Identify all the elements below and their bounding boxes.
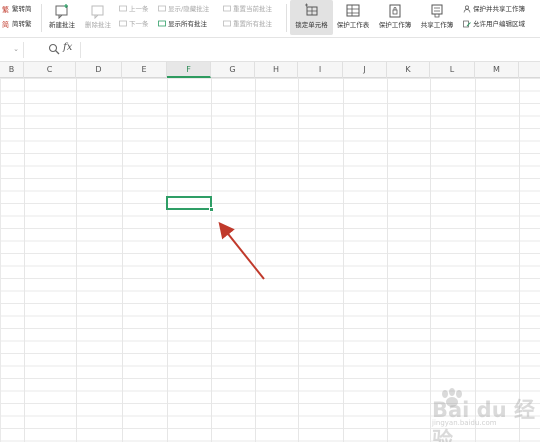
column-gridline bbox=[343, 78, 344, 442]
show-all-comments-icon bbox=[158, 20, 166, 27]
column-gridline bbox=[211, 78, 212, 442]
share-workbook-button[interactable]: 共享工作簿 bbox=[418, 3, 456, 29]
new-comment-button[interactable]: 新建批注 bbox=[47, 3, 77, 29]
previous-comment-icon bbox=[119, 5, 127, 12]
column-gridline bbox=[76, 78, 77, 442]
protect-and-share-workbook-button[interactable]: 保护并共享工作簿 bbox=[463, 5, 525, 13]
convert-icon: 繁 bbox=[2, 5, 9, 13]
svg-text:简: 简 bbox=[2, 20, 9, 28]
share-workbook-icon bbox=[431, 4, 443, 18]
column-header-g[interactable]: G bbox=[211, 62, 255, 78]
reset-comment-icon bbox=[223, 5, 231, 12]
column-gridline bbox=[298, 78, 299, 442]
reset-current-comment-button[interactable]: 重置当前批注 bbox=[223, 5, 272, 13]
previous-comment-label: 上一条 bbox=[129, 5, 149, 13]
fx-button[interactable]: fx bbox=[63, 42, 72, 53]
protect-sheet-label: 保护工作表 bbox=[336, 21, 370, 29]
show-hide-comment-icon bbox=[158, 5, 166, 12]
lock-cell-icon bbox=[304, 3, 317, 16]
show-all-comments-label: 显示所有批注 bbox=[168, 20, 207, 28]
column-header-l[interactable]: L bbox=[430, 62, 475, 78]
delete-comment-button[interactable]: 删除批注 bbox=[83, 3, 113, 29]
selected-cell[interactable] bbox=[166, 196, 212, 210]
protect-sheet-button[interactable]: 保护工作表 bbox=[334, 3, 372, 29]
protect-sheet-icon bbox=[346, 4, 360, 17]
traditional-to-simplified-label: 繁转简 bbox=[12, 5, 32, 13]
fill-handle[interactable] bbox=[209, 207, 214, 212]
column-header-row: B C D E F G H I J K L M bbox=[0, 62, 540, 78]
share-workbook-label: 共享工作簿 bbox=[420, 21, 454, 29]
delete-comment-label: 删除批注 bbox=[85, 21, 111, 29]
protect-workbook-label: 保护工作簿 bbox=[378, 21, 412, 29]
column-header-h[interactable]: H bbox=[255, 62, 298, 78]
lock-cell-label: 锁定单元格 bbox=[295, 21, 328, 29]
column-gridline bbox=[255, 78, 256, 442]
traditional-to-simplified-button[interactable]: 繁 繁转简 bbox=[2, 5, 32, 13]
column-header-b[interactable]: B bbox=[0, 62, 24, 78]
name-box[interactable]: ⌄ bbox=[0, 42, 24, 58]
watermark-brand: Bai du 经验 bbox=[432, 398, 535, 442]
previous-comment-button[interactable]: 上一条 bbox=[119, 5, 149, 13]
column-gridline bbox=[24, 78, 25, 442]
next-comment-button[interactable]: 下一条 bbox=[119, 20, 149, 28]
allow-edit-ranges-label: 允许用户编辑区域 bbox=[473, 20, 525, 28]
show-all-comments-button[interactable]: 显示所有批注 bbox=[158, 20, 207, 28]
protect-and-share-workbook-label: 保护并共享工作簿 bbox=[473, 5, 525, 13]
new-comment-icon bbox=[55, 4, 68, 19]
column-header-k[interactable]: K bbox=[387, 62, 430, 78]
allow-edit-ranges-button[interactable]: 允许用户编辑区域 bbox=[463, 20, 525, 28]
show-hide-comment-label: 显示/隐藏批注 bbox=[168, 5, 210, 13]
delete-comment-icon bbox=[91, 5, 104, 19]
zoom-icon[interactable] bbox=[48, 43, 60, 55]
show-hide-comment-button[interactable]: 显示/隐藏批注 bbox=[158, 5, 209, 13]
chevron-down-icon[interactable]: ⌄ bbox=[13, 45, 19, 53]
convert-icon: 简 bbox=[2, 20, 9, 28]
column-header-j[interactable]: J bbox=[343, 62, 387, 78]
reset-all-comments-label: 重置所有批注 bbox=[233, 20, 272, 28]
formula-input[interactable] bbox=[80, 42, 540, 58]
simplified-to-traditional-label: 简转繁 bbox=[12, 20, 32, 28]
protect-share-icon bbox=[463, 5, 471, 13]
column-header-f[interactable]: F bbox=[167, 62, 211, 78]
next-comment-label: 下一条 bbox=[129, 20, 149, 28]
lock-cell-button[interactable]: 锁定单元格 bbox=[291, 3, 332, 29]
column-header-i[interactable]: I bbox=[298, 62, 343, 78]
new-comment-label: 新建批注 bbox=[49, 21, 75, 29]
protect-workbook-icon bbox=[389, 4, 401, 18]
column-header-c[interactable]: C bbox=[24, 62, 76, 78]
reset-current-comment-label: 重置当前批注 bbox=[233, 5, 272, 13]
protect-workbook-button[interactable]: 保护工作簿 bbox=[376, 3, 414, 29]
column-header-d[interactable]: D bbox=[76, 62, 122, 78]
svg-text:繁: 繁 bbox=[2, 5, 9, 13]
next-comment-icon bbox=[119, 20, 127, 27]
review-ribbon: 繁 繁转简 简 简转繁 新建批注 删除批注 上一条 下一条 显示/隐藏批注 显示… bbox=[0, 0, 540, 38]
ribbon-separator bbox=[41, 4, 42, 32]
column-gridline bbox=[167, 78, 168, 442]
edit-range-icon bbox=[463, 20, 471, 28]
watermark-url: jingyan.baidu.com bbox=[432, 419, 497, 427]
formula-bar: ⌄ fx bbox=[0, 38, 540, 62]
ribbon-separator bbox=[286, 4, 287, 32]
column-gridline bbox=[387, 78, 388, 442]
column-gridline bbox=[122, 78, 123, 442]
reset-comment-icon bbox=[223, 20, 231, 27]
reset-all-comments-button[interactable]: 重置所有批注 bbox=[223, 20, 272, 28]
column-header-e[interactable]: E bbox=[122, 62, 167, 78]
simplified-to-traditional-button[interactable]: 简 简转繁 bbox=[2, 20, 32, 28]
column-header-m[interactable]: M bbox=[475, 62, 519, 78]
